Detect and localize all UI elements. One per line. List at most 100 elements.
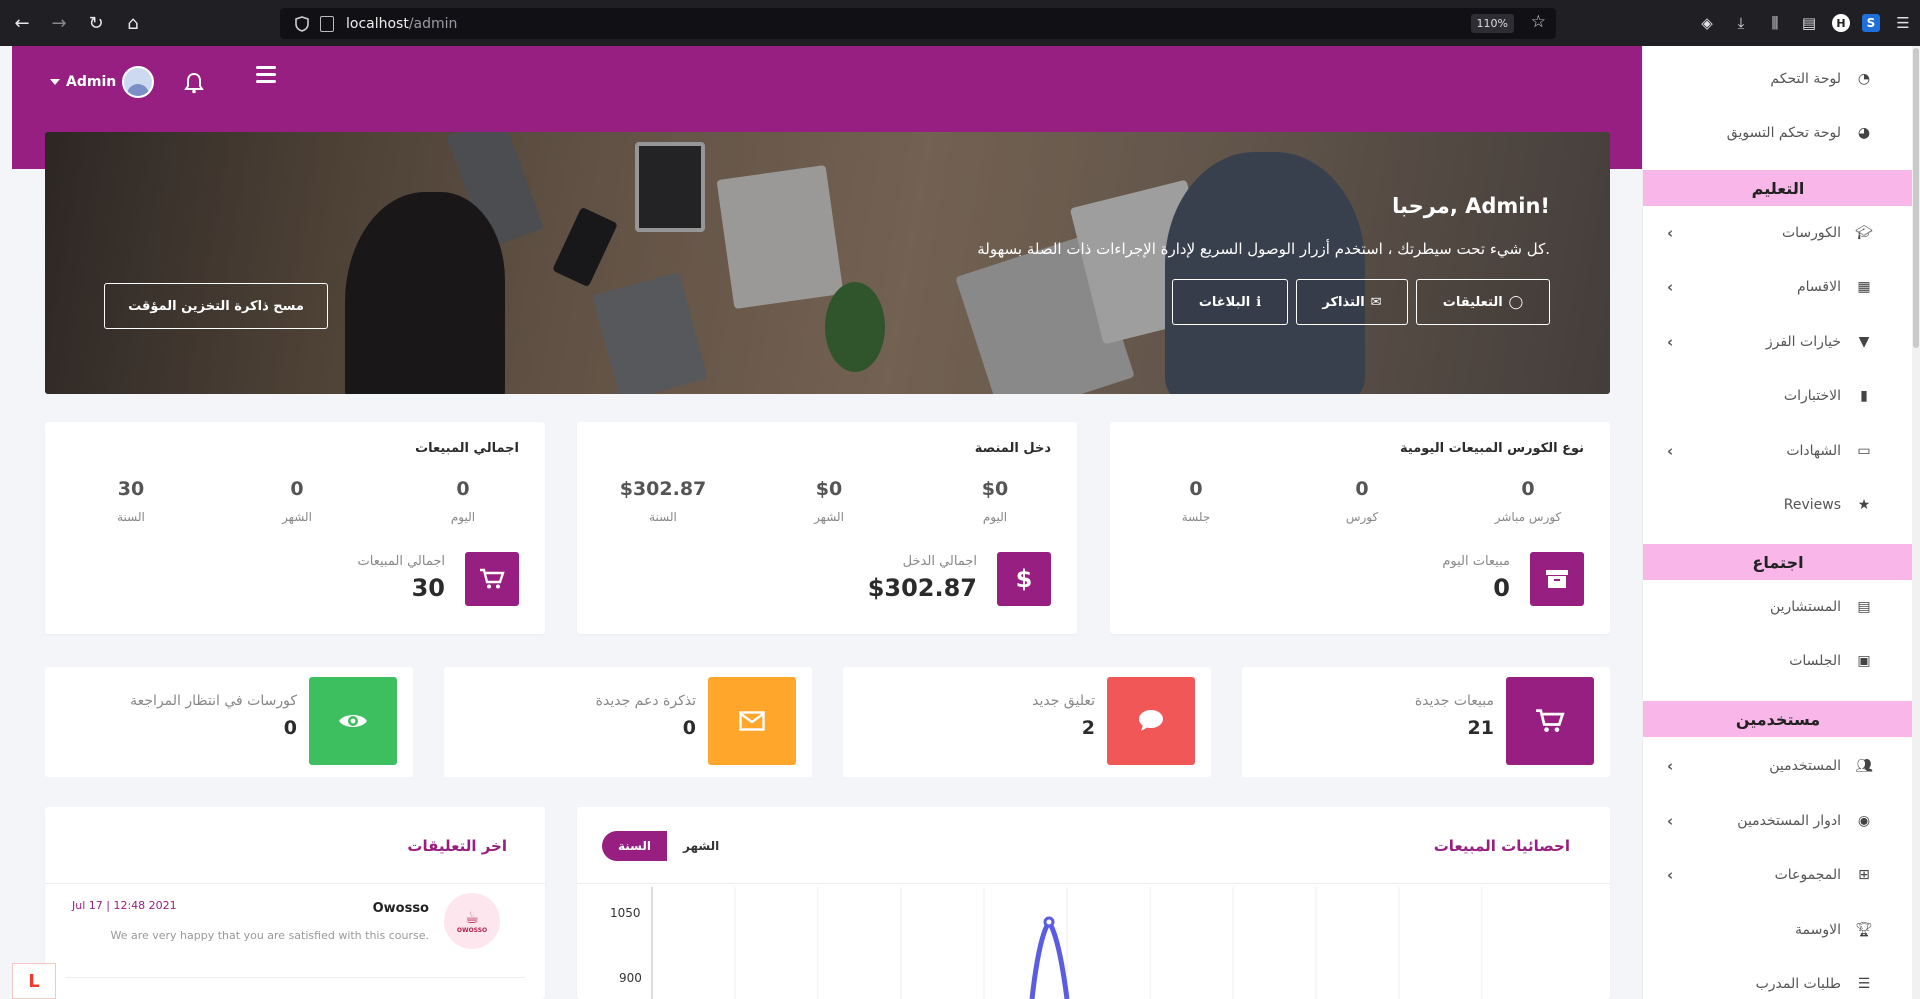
mini-label: تذكرة دعم جديدة <box>595 693 696 709</box>
comments-button[interactable]: التعليقات ◯ <box>1416 279 1550 325</box>
envelope-icon <box>708 677 796 765</box>
pocket-icon[interactable]: ◈ <box>1696 8 1718 38</box>
tab-month[interactable]: الشهر <box>667 831 736 861</box>
stat-label: الشهر <box>814 510 844 524</box>
zoom-level[interactable]: 110% <box>1470 14 1514 33</box>
extension-s-icon[interactable]: S <box>1862 14 1880 32</box>
comment-date: Jul 17 | 12:48 2021 <box>72 899 177 912</box>
chevron-left-icon: ‹ <box>1667 757 1674 775</box>
sidebar-item-sort-options[interactable]: ‹ ▼ خيارات الفرز <box>1643 327 1913 357</box>
menu-icon[interactable]: ☰ <box>1892 8 1914 38</box>
mini-label: كورسات في انتظار المراجعة <box>130 693 297 709</box>
hamburger-menu-icon[interactable] <box>256 66 276 87</box>
tab-year[interactable]: السنة <box>602 831 668 861</box>
reports-button[interactable]: البلاغات ℹ <box>1172 279 1288 325</box>
sidebar-item-tests[interactable]: ▮ الاختبارات <box>1643 381 1913 411</box>
pie-chart-icon: ◕ <box>1857 125 1871 141</box>
clear-cache-button[interactable]: مسح ذاكرة التخزين المؤقت <box>104 283 328 329</box>
trophy-icon: 🏆︎ <box>1855 922 1873 938</box>
mini-value: 0 <box>283 717 297 739</box>
comments-button-label: التعليقات <box>1442 294 1503 310</box>
welcome-subtitle: كل شيء تحت سيطرتك ، استخدم أزرار الوصول … <box>977 240 1550 258</box>
sidebar-item-categories[interactable]: ‹ ▦ الاقسام <box>1643 272 1913 302</box>
chevron-left-icon: ‹ <box>1667 224 1674 242</box>
total-sales-label: اجمالي المبيعات <box>357 554 445 569</box>
users-icon: 👥︎ <box>1855 758 1873 774</box>
dashboard-icon: ◔ <box>1857 71 1871 87</box>
sidebar-item-instructor-requests[interactable]: ☰ طلبات المدرب <box>1643 969 1913 999</box>
pending-courses-card[interactable]: كورسات في انتظار المراجعة 0 <box>45 667 413 777</box>
reload-icon[interactable]: ↻ <box>81 8 111 38</box>
stat-label: الشهر <box>282 510 312 524</box>
browser-toolbar: ← → ↻ ⌂ localhost/admin 110% ☆ ◈ ⤓ ⫼ ▤ H… <box>0 0 1920 46</box>
sidebar-item-sessions[interactable]: ▣ الجلسات <box>1643 646 1913 676</box>
extension-h-icon[interactable]: H <box>1832 14 1850 32</box>
sidebar-item-consultants[interactable]: ▤ المستشارين <box>1643 592 1913 622</box>
sidebar-item-courses[interactable]: ‹ 🎓︎ الكورسات <box>1643 218 1913 248</box>
sidebar-item-label: الاختبارات <box>1783 388 1841 404</box>
sidebar-scrollbar[interactable] <box>1912 46 1920 999</box>
stat-value: $0 <box>815 478 843 500</box>
home-icon[interactable]: ⌂ <box>118 8 148 38</box>
sidebar-item-badges[interactable]: 🏆︎ الاوسمة <box>1643 915 1913 945</box>
sidebar-item-certificates[interactable]: ‹ ▭ الشهادات <box>1643 436 1913 466</box>
url-path: /admin <box>408 15 458 32</box>
sidebar-item-users[interactable]: ‹ 👥︎ المستخدمين <box>1643 751 1913 781</box>
user-name: Admin <box>66 74 117 90</box>
sidebar-item-label: الجلسات <box>1789 653 1841 669</box>
bookmark-star-icon[interactable]: ☆ <box>1531 12 1546 32</box>
sidebar-item-groups[interactable]: ‹ ⊞ المجموعات <box>1643 860 1913 890</box>
sidebar-item-label: المستشارين <box>1769 599 1841 615</box>
forward-icon[interactable]: → <box>44 8 74 38</box>
sidebar-item-label: الاقسام <box>1797 279 1841 295</box>
y-tick-label: 900 <box>619 971 642 985</box>
sitemap-icon: ⊞ <box>1858 867 1870 883</box>
total-sales-card: اجمالي المبيعات 0 اليوم 0 الشهر 30 السنة اج… <box>45 422 545 634</box>
stat-label: السنة <box>649 510 677 524</box>
sidebar-item-dashboard[interactable]: ◔ لوحة التحكم <box>1643 64 1913 94</box>
eye-icon <box>309 677 397 765</box>
stat-label: جلسة <box>1181 510 1211 524</box>
section-heading-meetings: اجتماع <box>1643 544 1913 580</box>
comment-item[interactable]: ☕ OWOSSO Owosso Jul 17 | 12:48 2021 We a… <box>45 893 545 963</box>
platform-income-card: دخل المنصة $0 اليوم $0 الشهر $302.87 السنة … <box>577 422 1077 634</box>
tickets-button[interactable]: التذاكر ✉ <box>1296 279 1408 325</box>
stat-value: 0 <box>1521 478 1535 500</box>
stat-label: كورس مباشر <box>1494 510 1562 524</box>
chevron-left-icon: ‹ <box>1667 866 1674 884</box>
sidebar-item-label: الكورسات <box>1781 225 1841 241</box>
contact-book-icon: ▣ <box>1857 653 1871 669</box>
sidebar-item-label: المستخدمين <box>1769 758 1841 774</box>
sidebar-item-user-roles[interactable]: ‹ ◉ ادوار المستخدمين <box>1643 806 1913 836</box>
page-icon <box>320 15 334 32</box>
url-host: localhost <box>346 15 409 32</box>
total-income-label: اجمالي الدخل <box>902 554 977 569</box>
back-icon[interactable]: ← <box>7 8 37 38</box>
card-title: اجمالي المبيعات <box>415 441 519 456</box>
bell-icon[interactable] <box>184 72 204 99</box>
coffee-cup-icon: ☕ <box>464 908 480 927</box>
sidebar-item-reviews[interactable]: ★ Reviews <box>1643 490 1913 520</box>
library-icon[interactable]: ⫼ <box>1764 8 1786 38</box>
user-circle-icon: ◉ <box>1857 813 1871 829</box>
scrollbar-thumb[interactable] <box>1913 48 1919 348</box>
stat-value: 30 <box>117 478 145 500</box>
laravel-debug-icon[interactable]: L <box>12 963 56 999</box>
grid-icon: ▦ <box>1857 279 1871 295</box>
stat-label: اليوم <box>982 510 1008 524</box>
download-icon[interactable]: ⤓ <box>1730 8 1752 38</box>
mini-value: 0 <box>682 717 696 739</box>
new-ticket-card[interactable]: تذكرة دعم جديدة 0 <box>444 667 812 777</box>
sidebar-item-label: ادوار المستخدمين <box>1737 813 1841 829</box>
sidebar-item-marketing-dashboard[interactable]: ◕ لوحة تحكم التسويق <box>1643 118 1913 148</box>
sidebar-toggle-icon[interactable]: ▤ <box>1798 8 1820 38</box>
card-title: دخل المنصة <box>974 441 1051 456</box>
stat-label: اليوم <box>450 510 476 524</box>
comment-icon: ◯ <box>1508 294 1524 310</box>
address-bar[interactable]: localhost/admin 110% ☆ <box>280 8 1556 39</box>
total-sales-value: 30 <box>411 574 445 602</box>
new-sales-card[interactable]: مبيعات جديدة 21 <box>1242 667 1610 777</box>
avatar <box>122 66 155 98</box>
new-comment-card[interactable]: تعليق جديد 2 <box>843 667 1211 777</box>
user-menu[interactable]: Admin <box>50 66 155 98</box>
